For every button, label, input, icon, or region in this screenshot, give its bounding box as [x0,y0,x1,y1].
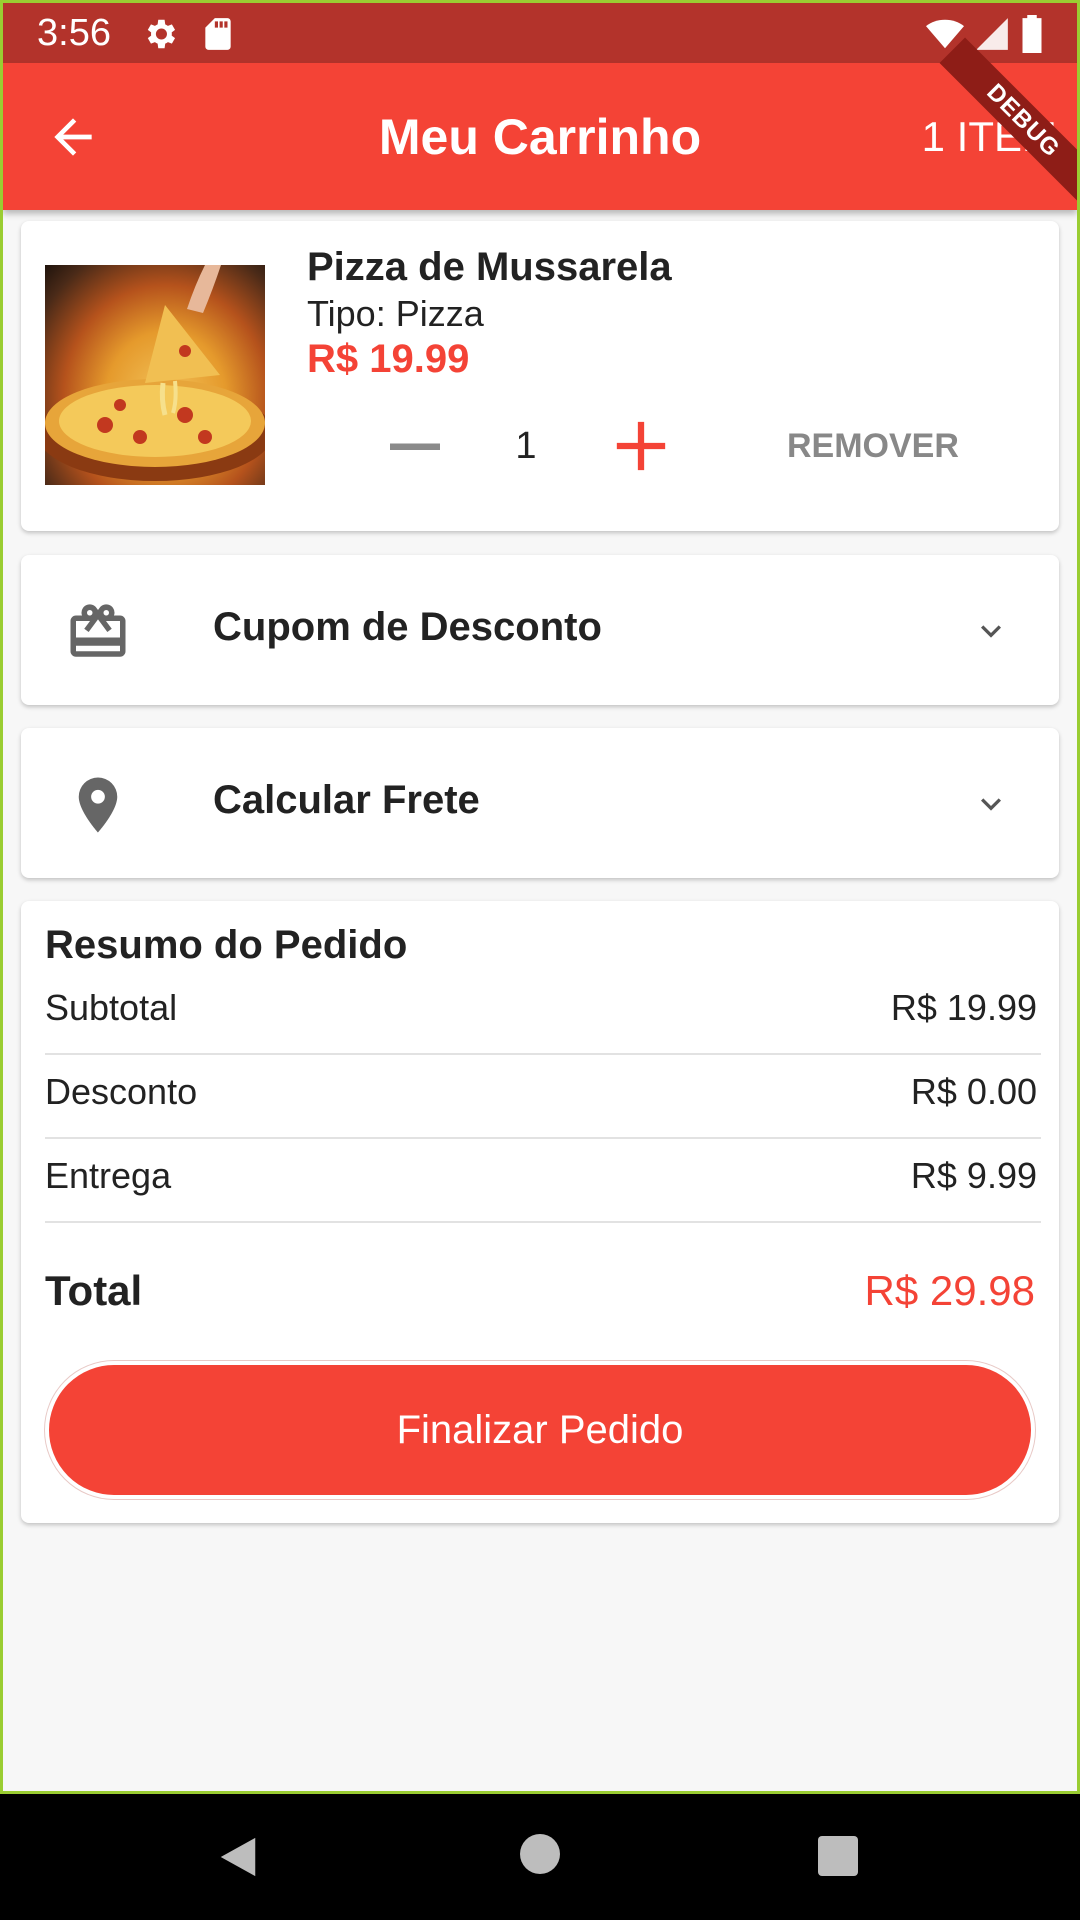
system-nav-bar [0,1794,1080,1920]
increase-quantity-button[interactable] [611,417,671,475]
discount-label: Desconto [45,1071,198,1112]
delivery-row: Entrega R$ 9.99 [45,1139,1041,1223]
location-pin-icon [78,777,118,833]
subtotal-label: Subtotal [45,987,178,1028]
nav-recents-icon[interactable] [818,1836,858,1876]
app-bar: Meu Carrinho 1 ITEM DEBUG [3,37,1077,210]
coupon-expansion-tile[interactable]: Cupom de Desconto [21,555,1059,705]
delivery-value: R$ 9.99 [910,1155,1037,1196]
settings-icon [147,19,176,49]
coupon-label: Cupom de Desconto [213,605,602,649]
signal-icon [976,18,1008,50]
chevron-down-icon[interactable] [971,611,1011,651]
pizza-illustration [45,265,265,481]
chevron-down-icon[interactable] [971,784,1011,824]
product-type: Tipo: Pizza [307,293,484,334]
product-price: R$ 19.99 [307,337,470,381]
remove-item-button[interactable]: REMOVER [787,427,959,466]
decrease-quantity-button[interactable] [385,421,445,471]
discount-value: R$ 0.00 [910,1071,1037,1112]
nav-home-icon[interactable] [520,1834,560,1874]
nav-back-icon[interactable] [216,1834,260,1880]
subtotal-value: R$ 19.99 [890,987,1037,1028]
cart-item-card: Pizza de Mussarela Tipo: Pizza R$ 19.99 … [21,221,1059,531]
checkout-button[interactable]: Finalizar Pedido [45,1361,1035,1499]
quantity-value: 1 [515,425,537,467]
gift-card-icon [70,604,126,657]
shipping-label: Calcular Frete [213,778,480,822]
total-value: R$ 29.98 [864,1267,1035,1314]
subtotal-row: Subtotal R$ 19.99 [45,971,1041,1055]
total-label: Total [45,1267,143,1314]
shipping-expansion-tile[interactable]: Calcular Frete [21,728,1059,878]
page-title: Meu Carrinho [378,109,702,165]
status-bar: 3:56 [3,3,1077,63]
summary-title: Resumo do Pedido [45,923,408,967]
battery-icon [1022,15,1042,53]
app-screen: 3:56 Meu Carrinho 1 ITEM DEBUG Pizza de … [3,3,1077,1791]
sd-card-icon [205,18,231,50]
discount-row: Desconto R$ 0.00 [45,1055,1041,1139]
delivery-label: Entrega [45,1155,172,1196]
product-image [45,265,265,485]
order-summary-card: Resumo do Pedido Subtotal R$ 19.99 Desco… [21,901,1059,1523]
product-name: Pizza de Mussarela [307,245,672,289]
status-time: 3:56 [37,12,111,54]
